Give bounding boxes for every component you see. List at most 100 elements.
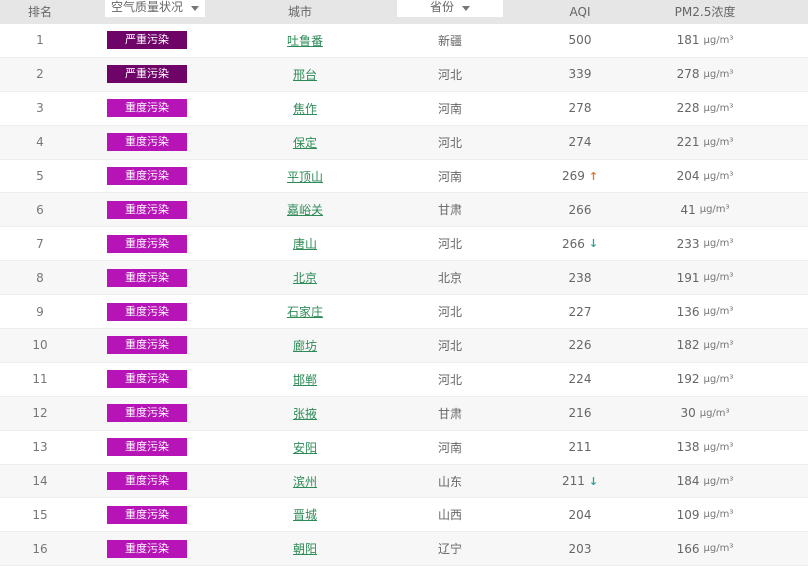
pm25-value: 184 bbox=[676, 474, 700, 489]
aqi-value: 266 bbox=[568, 202, 592, 217]
aqi-cell: 227 bbox=[540, 295, 620, 328]
city-cell: 石家庄 bbox=[250, 295, 360, 328]
chevron-down-icon[interactable] bbox=[191, 5, 199, 11]
pm25-unit: μg/m³ bbox=[703, 272, 734, 284]
pm25-value: 221 bbox=[676, 135, 700, 150]
rank-cell: 3 bbox=[36, 101, 44, 116]
table-row: 13 重度污染 安阳 河南 211 138 μg/m³ bbox=[0, 431, 808, 465]
header-rank: 排名 bbox=[27, 5, 52, 19]
pm25-cell: 192 μg/m³ bbox=[640, 363, 770, 396]
arrow-down-icon: ↓ bbox=[588, 237, 599, 251]
city-link[interactable]: 邯郸 bbox=[293, 371, 317, 388]
rank-cell: 13 bbox=[32, 440, 48, 455]
header-province-filter[interactable]: 省份 bbox=[397, 0, 503, 17]
aqi-value: 204 bbox=[568, 507, 592, 522]
city-link[interactable]: 吐鲁番 bbox=[287, 32, 323, 49]
pm25-cell: 191 μg/m³ bbox=[640, 261, 770, 294]
status-badge: 重度污染 bbox=[107, 404, 187, 423]
status-cell: 重度污染 bbox=[107, 295, 187, 328]
header-status-label: 空气质量状况 bbox=[110, 0, 183, 14]
chevron-down-icon[interactable] bbox=[462, 5, 470, 11]
pm25-value: 166 bbox=[676, 541, 700, 556]
city-link[interactable]: 嘉峪关 bbox=[287, 201, 323, 218]
header-status-filter[interactable]: 空气质量状况 bbox=[105, 0, 205, 17]
aqi-cell: 266 ↓ bbox=[540, 227, 620, 260]
table-row: 5 重度污染 平顶山 河南 269 ↑ 204 μg/m³ bbox=[0, 160, 808, 194]
rank-cell: 11 bbox=[32, 372, 48, 387]
pm25-value: 233 bbox=[676, 236, 700, 251]
city-link[interactable]: 张掖 bbox=[293, 405, 317, 422]
pm25-value: 278 bbox=[676, 67, 700, 82]
rank-cell: 12 bbox=[32, 406, 48, 421]
aqi-cell: 500 bbox=[540, 24, 620, 57]
status-badge: 重度污染 bbox=[107, 472, 187, 491]
city-link[interactable]: 焦作 bbox=[293, 100, 317, 117]
city-cell: 朝阳 bbox=[250, 532, 360, 565]
status-cell: 重度污染 bbox=[107, 160, 187, 193]
aqi-cell: 339 bbox=[540, 58, 620, 91]
aqi-cell: 238 bbox=[540, 261, 620, 294]
table-row: 6 重度污染 嘉峪关 甘肃 266 41 μg/m³ bbox=[0, 193, 808, 228]
aqi-value: 224 bbox=[568, 372, 592, 387]
pm25-cell: 30 μg/m³ bbox=[640, 397, 770, 430]
rank-cell: 6 bbox=[36, 202, 44, 217]
city-cell: 保定 bbox=[250, 126, 360, 159]
status-badge: 重度污染 bbox=[107, 268, 187, 287]
city-cell: 安阳 bbox=[250, 431, 360, 464]
pm25-unit: μg/m³ bbox=[703, 306, 734, 318]
aqi-value: 269 bbox=[561, 169, 585, 183]
province-cell: 河北 bbox=[437, 237, 462, 252]
pm25-unit: μg/m³ bbox=[703, 102, 734, 114]
city-cell: 滨州 bbox=[250, 465, 360, 498]
city-cell: 廊坊 bbox=[250, 329, 360, 362]
status-cell: 重度污染 bbox=[107, 498, 187, 531]
city-link[interactable]: 晋城 bbox=[293, 506, 317, 523]
city-link[interactable]: 唐山 bbox=[293, 235, 317, 252]
aqi-cell: 269 ↑ bbox=[540, 160, 620, 193]
pm25-cell: 41 μg/m³ bbox=[640, 193, 770, 226]
city-link[interactable]: 廊坊 bbox=[293, 337, 317, 354]
status-badge: 重度污染 bbox=[107, 234, 187, 253]
city-link[interactable]: 保定 bbox=[293, 134, 317, 151]
pm25-unit: μg/m³ bbox=[703, 170, 734, 182]
aqi-cell: 226 bbox=[540, 329, 620, 362]
pm25-value: 204 bbox=[676, 169, 700, 183]
city-link[interactable]: 安阳 bbox=[293, 439, 317, 456]
pm25-unit: μg/m³ bbox=[703, 475, 734, 487]
city-link[interactable]: 石家庄 bbox=[287, 303, 323, 320]
status-cell: 重度污染 bbox=[107, 329, 187, 362]
table-row: 1 严重污染 吐鲁番 新疆 500 181 μg/m³ bbox=[0, 24, 808, 58]
status-badge: 重度污染 bbox=[107, 438, 187, 457]
pm25-cell: 136 μg/m³ bbox=[640, 295, 770, 328]
province-cell: 辽宁 bbox=[437, 542, 462, 557]
aqi-cell: 224 bbox=[540, 363, 620, 396]
status-badge: 重度污染 bbox=[107, 539, 187, 558]
rank-cell: 15 bbox=[32, 507, 48, 522]
province-cell: 河南 bbox=[437, 169, 462, 184]
province-cell: 河北 bbox=[437, 135, 462, 150]
rank-cell: 9 bbox=[36, 304, 44, 319]
province-cell: 新疆 bbox=[437, 33, 462, 48]
status-badge: 严重污染 bbox=[107, 65, 187, 84]
province-cell: 山东 bbox=[437, 474, 462, 489]
pm25-cell: 233 μg/m³ bbox=[640, 227, 770, 260]
status-cell: 重度污染 bbox=[107, 363, 187, 396]
province-cell: 河南 bbox=[437, 101, 462, 116]
city-cell: 嘉峪关 bbox=[250, 193, 360, 226]
aqi-value: 274 bbox=[568, 135, 592, 150]
city-link[interactable]: 邢台 bbox=[293, 66, 317, 83]
table-row: 9 重度污染 石家庄 河北 227 136 μg/m³ bbox=[0, 295, 808, 330]
aqi-value: 238 bbox=[568, 270, 592, 285]
header-aqi: AQI bbox=[569, 5, 591, 19]
pm25-cell: 278 μg/m³ bbox=[640, 58, 770, 91]
pm25-value: 136 bbox=[676, 304, 700, 319]
pm25-value: 138 bbox=[676, 440, 700, 455]
aqi-cell: 278 bbox=[540, 92, 620, 125]
aqi-cell: 211 bbox=[540, 431, 620, 464]
city-link[interactable]: 滨州 bbox=[293, 473, 317, 490]
aqi-value: 227 bbox=[568, 304, 592, 319]
city-link[interactable]: 北京 bbox=[293, 269, 317, 286]
city-link[interactable]: 朝阳 bbox=[293, 540, 317, 557]
city-link[interactable]: 平顶山 bbox=[287, 168, 323, 185]
table-row: 4 重度污染 保定 河北 274 221 μg/m³ bbox=[0, 125, 808, 160]
